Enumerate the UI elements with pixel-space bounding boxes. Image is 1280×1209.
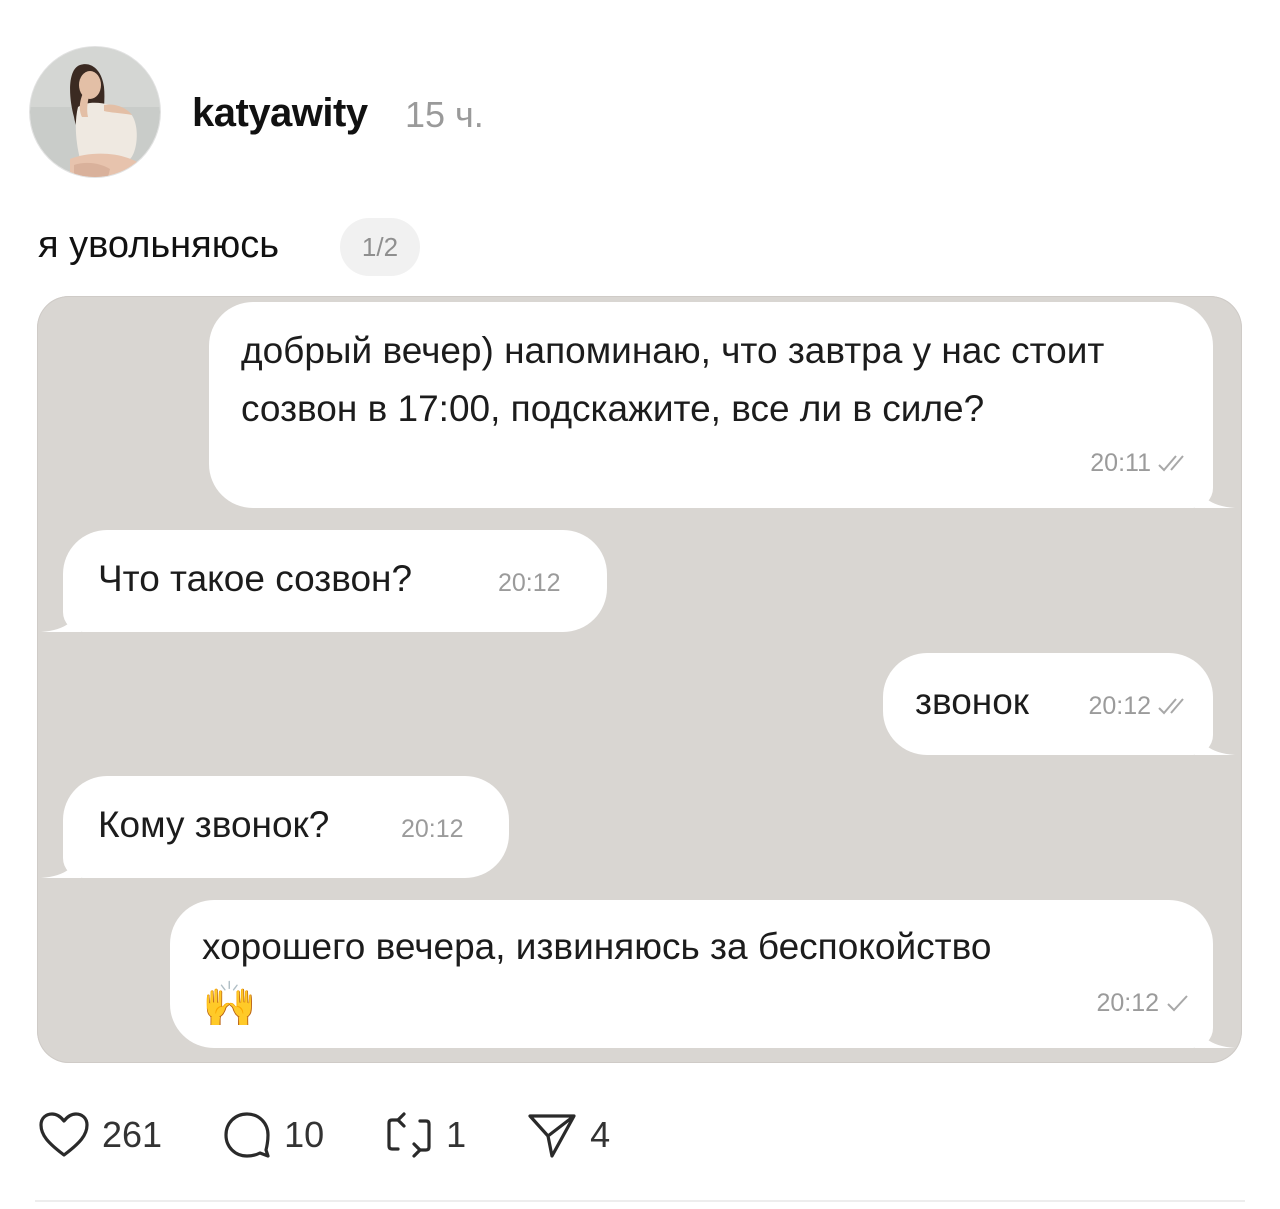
post-action-bar: 261 10 1 4 <box>38 1105 670 1165</box>
page-indicator-badge: 1/2 <box>340 218 420 276</box>
message-meta: 20:12 <box>1096 974 1191 1032</box>
double-check-icon <box>1157 696 1191 716</box>
repost-count: 1 <box>446 1114 467 1155</box>
like-button[interactable]: 261 <box>38 1111 162 1159</box>
message-meta: 20:11 <box>1090 434 1191 492</box>
message-time: 20:12 <box>1096 989 1159 1017</box>
message-text: Кому звонок? <box>98 804 330 845</box>
send-icon <box>526 1110 578 1160</box>
message-text: звонок <box>915 681 1029 722</box>
bubble-tail <box>1195 478 1235 508</box>
bubble-tail <box>1195 725 1235 755</box>
chat-message-outgoing: звонок 20:12 <box>883 653 1235 755</box>
message-text: Что такое созвон? <box>98 558 413 599</box>
chat-screenshot-image[interactable]: добрый вечер) напоминаю, что завтра у на… <box>37 296 1242 1063</box>
bubble-tail <box>41 848 81 878</box>
repost-icon <box>384 1110 434 1160</box>
double-check-icon <box>1157 453 1191 473</box>
heart-icon <box>38 1111 90 1159</box>
chat-message-outgoing: добрый вечер) напоминаю, что завтра у на… <box>209 302 1235 508</box>
username[interactable]: katyawity <box>192 91 368 136</box>
message-time: 20:12 <box>401 815 464 843</box>
comment-bubble-icon <box>222 1110 272 1160</box>
chat-message-incoming: Кому звонок? 20:12 <box>41 776 509 878</box>
repost-button[interactable]: 1 <box>384 1110 466 1160</box>
message-text: добрый вечер) напоминаю, что завтра у на… <box>241 330 1105 429</box>
chat-message-outgoing: хорошего вечера, извиняюсь за беспокойст… <box>170 900 1235 1048</box>
post-text: я увольняюсь <box>38 224 280 266</box>
avatar[interactable] <box>30 47 160 177</box>
single-check-icon <box>1165 993 1191 1013</box>
comment-count: 10 <box>284 1114 325 1155</box>
post-time: 15 ч. <box>405 94 484 135</box>
share-count: 4 <box>590 1114 611 1155</box>
message-meta: 20:12 <box>498 554 561 612</box>
message-text: хорошего вечера, извиняюсь за беспокойст… <box>202 926 992 967</box>
chat-message-incoming: Что такое созвон? 20:12 <box>41 530 607 632</box>
bubble-tail <box>1195 1018 1235 1048</box>
message-meta: 20:12 <box>1088 677 1191 735</box>
raised-hands-emoji: 🙌 <box>202 980 257 1029</box>
like-count: 261 <box>102 1114 163 1155</box>
bubble-tail <box>41 602 81 632</box>
message-meta: 20:12 <box>401 800 464 858</box>
share-button[interactable]: 4 <box>526 1110 610 1160</box>
comment-button[interactable]: 10 <box>222 1110 324 1160</box>
message-time: 20:12 <box>1088 692 1151 720</box>
message-time: 20:12 <box>498 569 561 597</box>
post-divider <box>35 1200 1245 1202</box>
message-time: 20:11 <box>1090 449 1151 477</box>
